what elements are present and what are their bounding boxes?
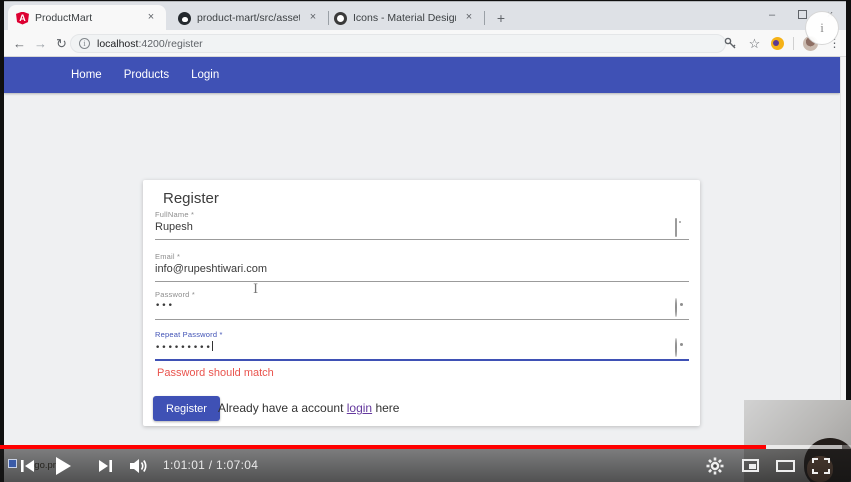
- player-control-bar: ogo.pn 1:01:01 / 1:07:04: [0, 449, 851, 482]
- field-underline: [155, 239, 689, 240]
- field-label: Password *: [155, 290, 689, 299]
- tab-github-repo[interactable]: product-mart/src/assets at maste ×: [170, 5, 328, 31]
- login-hint-text: Already have a account login here: [218, 401, 399, 415]
- field-underline: [155, 281, 689, 282]
- tab-productmart[interactable]: A ProductMart ×: [8, 5, 166, 31]
- time-display: 1:01:01 / 1:07:04: [163, 458, 258, 472]
- volume-icon[interactable]: [126, 449, 152, 482]
- window-minimize-button[interactable]: –: [758, 4, 786, 26]
- fullname-value[interactable]: Rupesh: [155, 221, 193, 233]
- password-value[interactable]: •••: [155, 301, 174, 311]
- new-tab-button[interactable]: +: [491, 8, 511, 28]
- field-label: Repeat Password *: [155, 330, 689, 339]
- validation-error: Password should match: [157, 367, 274, 379]
- text-caret: [212, 341, 213, 351]
- field-label: Email *: [155, 252, 689, 261]
- url-text: localhost:4200/register: [97, 38, 203, 50]
- password-key-icon[interactable]: [723, 36, 738, 51]
- bookmark-star-icon[interactable]: ☆: [747, 36, 762, 51]
- close-icon[interactable]: ×: [462, 11, 476, 25]
- repeat-password-field[interactable]: Repeat Password * •••••••••: [155, 330, 689, 368]
- miniplayer-icon[interactable]: [737, 449, 763, 482]
- tab-strip: A ProductMart × product-mart/src/assets …: [4, 1, 846, 30]
- tab-material-icons[interactable]: Icons - Material Design ×: [326, 5, 484, 31]
- reload-icon[interactable]: ↻: [52, 34, 71, 53]
- page-title: Register: [163, 190, 219, 207]
- repeat-password-value[interactable]: •••••••••: [155, 341, 213, 353]
- forward-icon[interactable]: →: [31, 34, 50, 53]
- theater-mode-icon[interactable]: [772, 449, 798, 482]
- url-path: :4200/register: [138, 38, 202, 50]
- address-bar[interactable]: i localhost:4200/register: [70, 34, 726, 53]
- browser-window: A ProductMart × product-mart/src/assets …: [4, 1, 846, 482]
- url-host: localhost: [97, 38, 138, 50]
- field-label: FullName *: [155, 210, 689, 219]
- login-link[interactable]: login: [347, 401, 372, 415]
- video-frame: A ProductMart × product-mart/src/assets …: [0, 0, 851, 482]
- fullscreen-icon[interactable]: [808, 449, 834, 482]
- register-button[interactable]: Register: [153, 396, 220, 421]
- github-icon: [178, 12, 191, 25]
- field-underline: [155, 319, 689, 320]
- desktop-file-icon: [8, 459, 17, 468]
- back-icon[interactable]: ←: [10, 34, 29, 53]
- email-value[interactable]: info@rupeshtiwari.com: [155, 263, 267, 275]
- fullname-field[interactable]: FullName * Rupesh: [155, 210, 689, 248]
- toolbar-divider: [793, 37, 794, 50]
- field-underline: [155, 359, 689, 361]
- contact-card-icon[interactable]: [675, 219, 687, 231]
- close-icon[interactable]: ×: [144, 11, 158, 25]
- window-maximize-button[interactable]: [798, 10, 807, 19]
- angular-icon: A: [16, 12, 29, 25]
- ibeam-cursor: I: [253, 282, 258, 297]
- previous-video-button[interactable]: [17, 449, 39, 482]
- tab-title: ProductMart: [35, 12, 138, 24]
- material-design-icon: [334, 12, 347, 25]
- play-button[interactable]: [50, 449, 76, 482]
- nav-item-login[interactable]: Login: [191, 69, 219, 81]
- video-info-badge[interactable]: i: [805, 11, 839, 45]
- page-viewport: Home Products Login Register FullName * …: [4, 57, 846, 482]
- page-info-icon[interactable]: i: [79, 38, 90, 49]
- app-navbar: Home Products Login: [4, 57, 840, 93]
- settings-gear-icon[interactable]: [703, 449, 727, 482]
- email-field[interactable]: Email * info@rupeshtiwari.com: [155, 252, 689, 290]
- password-field[interactable]: Password * •••: [155, 290, 689, 328]
- extension-icon[interactable]: [771, 37, 784, 50]
- tab-title: Icons - Material Design: [353, 12, 456, 24]
- nav-item-products[interactable]: Products: [124, 69, 169, 81]
- visibility-eye-icon[interactable]: [675, 299, 687, 311]
- close-icon[interactable]: ×: [306, 11, 320, 25]
- register-card: Register FullName * Rupesh Email * info@…: [143, 180, 700, 426]
- browser-toolbar: ← → ↻ i localhost:4200/register ☆ ⋮: [4, 30, 846, 57]
- next-video-button[interactable]: [93, 449, 117, 482]
- nav-item-home[interactable]: Home: [71, 69, 102, 81]
- tab-divider: [484, 11, 485, 25]
- tab-title: product-mart/src/assets at maste: [197, 12, 300, 24]
- visibility-eye-icon[interactable]: [675, 339, 687, 351]
